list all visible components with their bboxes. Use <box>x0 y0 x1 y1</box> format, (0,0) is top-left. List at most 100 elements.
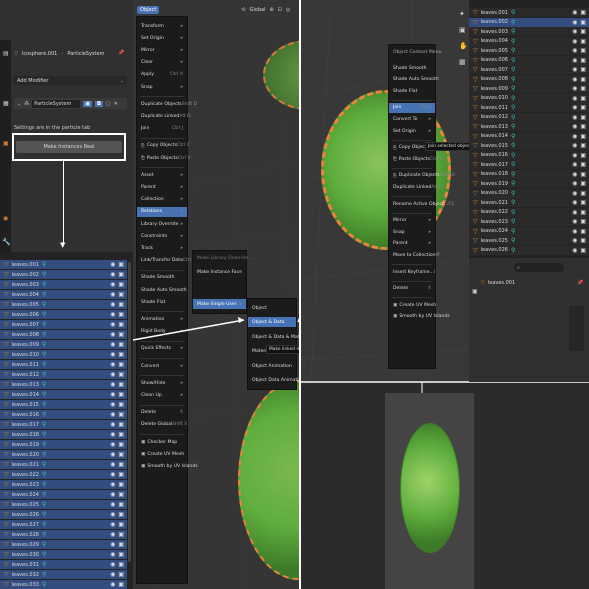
camera-icon[interactable]: ▣ <box>580 66 586 73</box>
camera-icon[interactable]: ▣ <box>580 19 586 26</box>
outliner-left-scrollbar[interactable] <box>128 262 131 562</box>
camera-icon[interactable]: ▣ <box>118 281 124 288</box>
eye-icon[interactable]: ◉ <box>110 541 115 548</box>
menu-item-paste-objects[interactable]: ⎗ Paste Objects Ctrl V <box>389 154 443 164</box>
camera-icon[interactable]: ▣ <box>580 9 586 16</box>
eye-icon[interactable]: ◉ <box>110 561 115 568</box>
menu-item-shade-smooth[interactable]: Shade Smooth <box>389 63 435 73</box>
camera-icon[interactable]: ▣ <box>118 571 124 578</box>
camera-icon[interactable]: ▣ <box>580 85 586 92</box>
eye-icon[interactable]: ◉ <box>572 247 577 254</box>
menu-item-create-uv-mesh[interactable]: ▣ Create UV Mesh <box>389 300 436 310</box>
eye-icon[interactable]: ◉ <box>110 411 115 418</box>
eye-icon[interactable]: ◉ <box>110 461 115 468</box>
camera-icon[interactable]: ▣ <box>118 331 124 338</box>
pivot-icon[interactable]: ⊕ <box>269 7 273 13</box>
camera-icon[interactable]: ▣ <box>580 133 586 140</box>
camera-icon[interactable]: ▣ <box>580 95 586 102</box>
camera-icon[interactable]: ▣ <box>118 401 124 408</box>
make-instance-face-item[interactable]: Make Instance Face <box>193 267 246 277</box>
eye-icon[interactable]: ◉ <box>572 152 577 159</box>
table-row[interactable]: ▽ leaves.005 ⚲ ◉ ▣ <box>469 46 589 55</box>
breadcrumb-particle[interactable]: ParticleSystem <box>67 51 104 57</box>
collapse-icon[interactable]: ⌄ <box>17 101 21 107</box>
camera-icon[interactable]: ▣ <box>580 161 586 168</box>
table-row[interactable]: ▽ leaves.017 ⚲ ◉ ▣ <box>469 160 589 169</box>
eye-icon[interactable]: ◉ <box>572 123 577 130</box>
menu-item-smooth-by-uv-islands[interactable]: ▣ Smooth by UV Islands <box>389 312 450 322</box>
menu-item-set-origin[interactable]: Set Origin ▸ <box>137 33 187 43</box>
camera-icon[interactable]: ▣ <box>118 271 124 278</box>
camera-icon[interactable]: ▣ <box>118 561 124 568</box>
menu-item-duplicate-linked[interactable]: Duplicate Linked Alt D <box>137 111 191 121</box>
eye-icon[interactable]: ◉ <box>110 491 115 498</box>
camera-icon[interactable]: ▣ <box>118 351 124 358</box>
table-row[interactable]: ▽ leaves.029 ⚲ ◉ ▣ <box>0 540 127 549</box>
eye-icon[interactable]: ◉ <box>110 391 115 398</box>
eye-icon[interactable]: ◉ <box>572 171 577 178</box>
camera-icon[interactable]: ▣ <box>580 57 586 64</box>
menu-item-shade-flat[interactable]: Shade Flat <box>389 86 435 96</box>
eye-icon[interactable]: ◉ <box>110 431 115 438</box>
eye-icon[interactable]: ◉ <box>572 19 577 26</box>
eye-icon[interactable]: ◉ <box>110 301 115 308</box>
camera-icon[interactable]: ▣ <box>118 391 124 398</box>
camera-icon[interactable]: ▣ <box>118 491 124 498</box>
table-row[interactable]: ▽ leaves.006 ⚲ ◉ ▣ <box>0 310 127 319</box>
eye-icon[interactable]: ◉ <box>572 95 577 102</box>
eye-icon[interactable]: ◉ <box>572 218 577 225</box>
table-row[interactable]: ▽ leaves.007 ⚲ ◉ ▣ <box>0 320 127 329</box>
object-tab-icon[interactable]: ▣ <box>472 288 478 295</box>
eye-icon[interactable]: ◉ <box>110 381 115 388</box>
camera-icon[interactable]: ▣ <box>459 26 468 34</box>
table-row[interactable]: ▽ leaves.031 ⚲ ◉ ▣ <box>0 560 127 569</box>
table-row[interactable]: ▽ leaves.016 ⚲ ◉ ▣ <box>0 410 127 419</box>
eye-icon[interactable]: ◉ <box>110 361 115 368</box>
camera-icon[interactable]: ▣ <box>580 199 586 206</box>
eye-icon[interactable]: ◉ <box>110 571 115 578</box>
table-row[interactable]: ▽ leaves.018 ⚲ ◉ ▣ <box>469 169 589 179</box>
table-row[interactable]: ▽ leaves.032 ⚲ ◉ ▣ <box>0 570 127 579</box>
eye-icon[interactable]: ◉ <box>572 9 577 16</box>
table-row[interactable]: ▽ leaves.020 ⚲ ◉ ▣ <box>469 188 589 198</box>
camera-icon[interactable]: ▣ <box>118 341 124 348</box>
menu-item-parent[interactable]: Parent ▸ <box>137 182 187 192</box>
eye-icon[interactable]: ◉ <box>572 28 577 35</box>
eye-icon[interactable]: ◉ <box>110 261 115 268</box>
menu-item-asset[interactable]: Asset ▸ <box>137 170 187 180</box>
camera-icon[interactable]: ▣ <box>118 301 124 308</box>
menu-item-quick-effects[interactable]: Quick Effects ▸ <box>137 344 187 354</box>
transform-orientation-dropdown[interactable]: Global <box>250 7 266 13</box>
tool-icon[interactable]: ▤ <box>3 50 9 57</box>
table-row[interactable]: ▽ leaves.009 ⚲ ◉ ▣ <box>0 340 127 349</box>
eye-icon[interactable]: ◉ <box>110 371 115 378</box>
render-toggle-icon[interactable]: ▢ <box>106 101 111 107</box>
table-row[interactable]: ▽ leaves.009 ⚲ ◉ ▣ <box>469 84 589 93</box>
table-row[interactable]: ▽ leaves.008 ⚲ ◉ ▣ <box>0 330 127 339</box>
single-user-object-data-materials-item[interactable]: Object & Data & Materials <box>248 332 312 342</box>
table-row[interactable]: ▽ leaves.019 ⚲ ◉ ▣ <box>469 179 589 188</box>
camera-icon[interactable]: ▣ <box>580 237 586 244</box>
table-row[interactable]: ▽ leaves.019 ⚲ ◉ ▣ <box>0 440 127 449</box>
menu-item-animation[interactable]: Animation ▸ <box>137 314 187 324</box>
eye-icon[interactable]: ◉ <box>572 104 577 111</box>
editmode-toggle-icon[interactable]: ▣ <box>83 100 92 107</box>
delete-modifier-icon[interactable]: ✕ <box>114 101 118 107</box>
table-row[interactable]: ▽ leaves.005 ⚲ ◉ ▣ <box>0 300 127 309</box>
camera-icon[interactable]: ▣ <box>118 471 124 478</box>
eye-icon[interactable]: ◉ <box>572 142 577 149</box>
eye-icon[interactable]: ◉ <box>110 421 115 428</box>
eye-icon[interactable]: ◉ <box>110 321 115 328</box>
camera-icon[interactable]: ▣ <box>118 551 124 558</box>
eye-icon[interactable]: ◉ <box>110 281 115 288</box>
table-row[interactable]: ▽ leaves.021 ⚲ ◉ ▣ <box>0 460 127 469</box>
make-instances-real-button[interactable]: Make Instances Real <box>16 141 122 153</box>
camera-icon[interactable]: ▣ <box>580 209 586 216</box>
camera-icon[interactable]: ▣ <box>118 381 124 388</box>
table-row[interactable]: ▽ leaves.022 ⚲ ◉ ▣ <box>0 470 127 479</box>
menu-item-parent[interactable]: Parent ▸ <box>389 239 435 249</box>
table-row[interactable]: ▽ leaves.027 ⚲ ◉ ▣ <box>0 520 127 529</box>
table-row[interactable]: ▽ leaves.004 ⚲ ◉ ▣ <box>0 290 127 299</box>
camera-icon[interactable]: ▣ <box>118 291 124 298</box>
properties-pin-icon[interactable]: 📌 <box>577 280 583 286</box>
